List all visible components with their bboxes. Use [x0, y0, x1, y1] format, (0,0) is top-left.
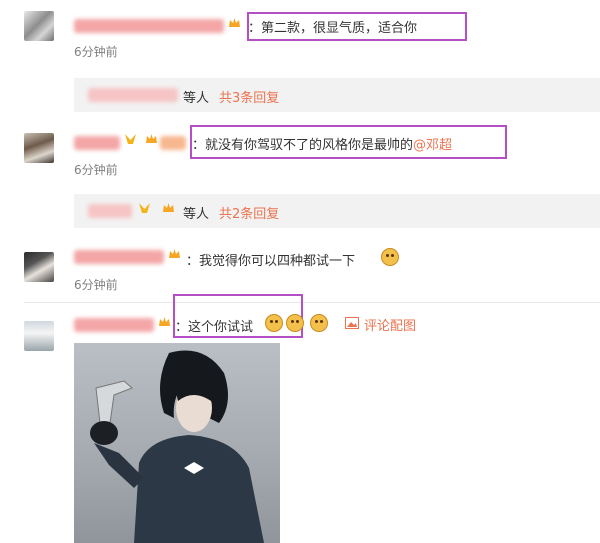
username-blurred[interactable] — [74, 19, 224, 33]
comment-time: 6分钟前 — [74, 278, 118, 292]
image-icon — [345, 317, 359, 329]
crown-icon — [169, 249, 180, 258]
avatar[interactable] — [24, 321, 54, 351]
username-blurred[interactable] — [74, 250, 164, 264]
reply-users-label: 等人 — [183, 91, 210, 106]
avatar[interactable] — [24, 133, 54, 163]
username-blurred-2[interactable] — [160, 136, 186, 150]
view-replies-link[interactable]: 共3条回复 — [219, 87, 279, 106]
reply-users-label: 等人 — [183, 207, 210, 222]
avatar[interactable] — [24, 11, 54, 41]
comment-time: 6分钟前 — [74, 45, 118, 59]
comment-item-4: ：这个你试试 评论配图 — [0, 294, 600, 543]
comment-text: ：就没有你驾驭不了的风格你是最帅的@邓超 — [192, 134, 452, 153]
comment-image[interactable] — [74, 343, 280, 543]
doge-emoji-icon — [265, 314, 283, 332]
comment-item-2: ：就没有你驾驭不了的风格你是最帅的@邓超 6分钟前 等人 共2条回复 — [0, 120, 600, 240]
crown-icon — [159, 317, 170, 326]
doge-emoji-icon — [310, 314, 328, 332]
username-blurred[interactable] — [74, 136, 120, 150]
badge-icon — [125, 134, 136, 144]
comment-text: ：这个你试试 — [175, 320, 254, 335]
comment-image-link[interactable]: 评论配图 — [364, 315, 416, 334]
reply-username-blurred[interactable] — [88, 88, 178, 102]
comment-time: 6分钟前 — [74, 163, 118, 177]
badge-icon — [139, 203, 150, 213]
comment-text: ：我觉得你可以四种都试一下 — [186, 254, 356, 269]
crown-icon — [229, 18, 240, 27]
comment-item-1: ：第二款，很显气质，适合你 6分钟前 等人 共3条回复 — [0, 0, 600, 120]
reply-username-blurred[interactable] — [88, 204, 132, 218]
photo-figure — [90, 350, 264, 543]
username-blurred[interactable] — [74, 318, 154, 332]
comment-body: ：就没有你驾驭不了的风格你是最帅的 — [192, 138, 414, 153]
comment-text: ：第二款，很显气质，适合你 — [248, 21, 418, 36]
avatar[interactable] — [24, 252, 54, 282]
comment-item-3: ：我觉得你可以四种都试一下 6分钟前 — [0, 240, 600, 302]
doge-emoji-icon — [381, 248, 399, 266]
mention-link[interactable]: @邓超 — [413, 138, 452, 153]
view-replies-link[interactable]: 共2条回复 — [219, 203, 279, 222]
crown-icon — [163, 203, 174, 212]
crown-icon — [146, 134, 157, 143]
reply-preview — [74, 194, 600, 228]
doge-emoji-icon — [286, 314, 304, 332]
